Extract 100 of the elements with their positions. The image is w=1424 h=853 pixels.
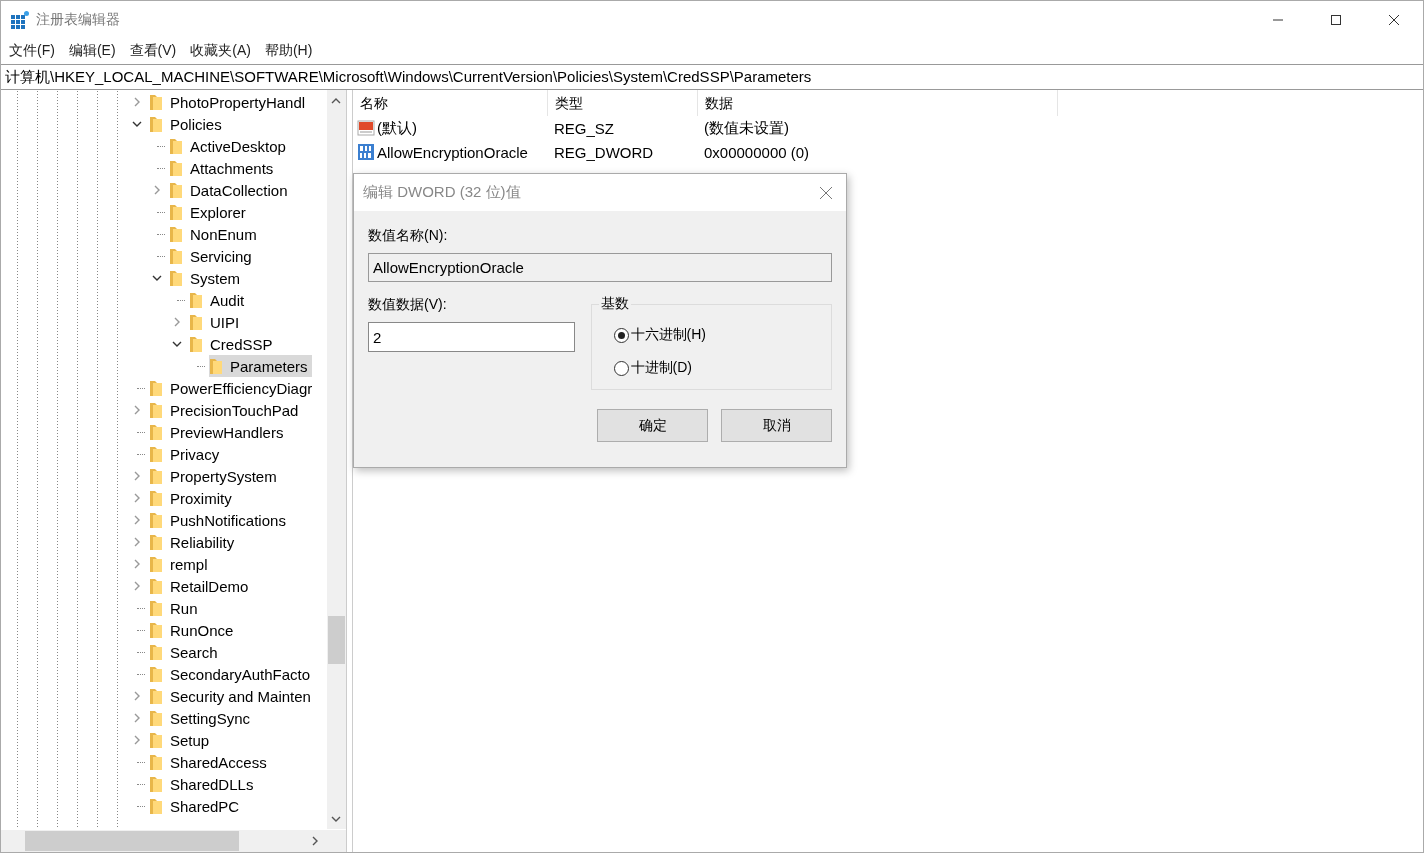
folder-icon: [149, 115, 163, 133]
menu-item[interactable]: 文件(F): [3, 41, 61, 60]
folder-icon: [149, 797, 163, 815]
value-name[interactable]: (默认): [377, 118, 417, 138]
tree-item[interactable]: RetailDemo: [149, 575, 253, 597]
scrollbar[interactable]: [1, 830, 346, 852]
tree-item[interactable]: SharedPC: [149, 795, 244, 817]
folder-icon: [169, 225, 183, 243]
tree-item[interactable]: NonEnum: [169, 223, 261, 245]
folder-icon: [149, 489, 163, 507]
tree-item[interactable]: DataCollection: [169, 179, 292, 201]
tree-item[interactable]: PushNotifications: [149, 509, 290, 531]
tree-item[interactable]: Parameters: [209, 355, 312, 377]
tree-item[interactable]: SettingSync: [149, 707, 255, 729]
dialog-button[interactable]: 取消: [721, 409, 832, 442]
scrollbar-thumb[interactable]: [328, 616, 345, 664]
column-header[interactable]: 类型: [548, 90, 698, 116]
scrollbar[interactable]: [327, 90, 346, 829]
dialog-button[interactable]: 确定: [597, 409, 708, 442]
tree-item[interactable]: PreviewHandlers: [149, 421, 288, 443]
value-data-field[interactable]: 2: [368, 322, 575, 352]
folder-icon: [149, 577, 163, 595]
tree-item[interactable]: SecondaryAuthFacto: [149, 663, 315, 685]
tree-item[interactable]: Attachments: [169, 157, 278, 179]
folder-icon: [149, 555, 163, 573]
field-label: 数值数据(V):: [368, 296, 448, 314]
close-icon: [1388, 13, 1400, 26]
tree-item[interactable]: Servicing: [169, 245, 256, 267]
tree-item[interactable]: System: [169, 267, 244, 289]
field-label: 数值名称(N):: [368, 227, 449, 245]
menu-item[interactable]: 编辑(E): [62, 41, 122, 60]
menu-item[interactable]: 查看(V): [123, 41, 183, 60]
folder-icon: [149, 753, 163, 771]
tree-item[interactable]: ActiveDesktop: [169, 135, 290, 157]
radio-option[interactable]: 十进制(D): [613, 358, 831, 378]
binary-value-icon: [357, 143, 375, 161]
tree-item[interactable]: Reliability: [149, 531, 239, 553]
folder-icon: [189, 313, 203, 331]
folder-icon: [169, 159, 183, 177]
folder-icon: [149, 423, 163, 441]
tree-item[interactable]: PhotoPropertyHandl: [149, 91, 310, 113]
column-header[interactable]: 数据: [698, 90, 1058, 116]
chevron-icon[interactable]: [172, 339, 182, 349]
folder-icon: [149, 643, 163, 661]
tree-item[interactable]: SharedDLLs: [149, 773, 258, 795]
folder-icon: [149, 775, 163, 793]
folder-icon: [169, 247, 183, 265]
radio-option[interactable]: 十六进制(H): [613, 325, 831, 345]
folder-icon: [149, 731, 163, 749]
close-button[interactable]: [818, 184, 834, 201]
menu-item[interactable]: 帮助(H): [258, 41, 319, 60]
chevron-icon[interactable]: [152, 273, 162, 283]
address-bar[interactable]: 计算机\HKEY_LOCAL_MACHINE\SOFTWARE\Microsoft\Windows\CurrentVersion\Policies\System\CredSSP\Parameters: [1, 64, 1423, 90]
tree-item[interactable]: Policies: [149, 113, 226, 135]
tree-item[interactable]: Privacy: [149, 443, 224, 465]
value-name-field[interactable]: AllowEncryptionOracle: [368, 253, 832, 282]
value-name[interactable]: AllowEncryptionOracle: [377, 143, 528, 161]
tree-item[interactable]: Security and Mainten: [149, 685, 315, 707]
value-type: REG_SZ: [553, 119, 615, 137]
tree-item[interactable]: rempl: [149, 553, 212, 575]
tree-item[interactable]: Search: [149, 641, 222, 663]
value-data: 0x00000000 (0): [703, 143, 811, 161]
folder-icon: [169, 203, 183, 221]
folder-icon: [149, 511, 163, 529]
folder-icon: [169, 137, 183, 155]
folder-icon: [149, 665, 163, 683]
column-header[interactable]: 名称: [353, 90, 548, 116]
tree-item[interactable]: UIPI: [189, 311, 244, 333]
folder-icon: [189, 335, 203, 353]
group-label: 基数: [598, 295, 631, 313]
tree-item[interactable]: Proximity: [149, 487, 236, 509]
folder-icon: [149, 621, 163, 639]
tree-item[interactable]: SharedAccess: [149, 751, 271, 773]
chevron-icon[interactable]: [132, 119, 142, 129]
tree-item[interactable]: Explorer: [169, 201, 250, 223]
folder-icon: [149, 401, 163, 419]
scrollbar-thumb[interactable]: [25, 831, 239, 851]
folder-icon: [149, 709, 163, 727]
value-data: (数值未设置): [703, 118, 790, 138]
folder-icon: [189, 291, 203, 309]
tree-item[interactable]: PrecisionTouchPad: [149, 399, 303, 421]
scroll-down-icon[interactable]: [331, 815, 341, 823]
maximize-icon: [1330, 13, 1342, 26]
tree-item[interactable]: CredSSP: [189, 333, 277, 355]
tree-item[interactable]: Run: [149, 597, 202, 619]
tree-item[interactable]: PowerEfficiencyDiagr: [149, 377, 317, 399]
tree-item[interactable]: Audit: [189, 289, 249, 311]
menu-item[interactable]: 收藏夹(A): [184, 41, 257, 60]
registry-icon: [10, 9, 30, 30]
scroll-right-icon[interactable]: [311, 836, 319, 846]
folder-icon: [149, 687, 163, 705]
tree-item[interactable]: PropertySystem: [149, 465, 281, 487]
string-value-icon: [357, 119, 375, 137]
tree-item[interactable]: RunOnce: [149, 619, 238, 641]
tree-item[interactable]: Setup: [149, 729, 214, 751]
folder-icon: [149, 599, 163, 617]
folder-icon: [149, 467, 163, 485]
close-icon: [819, 185, 833, 200]
folder-icon: [149, 533, 163, 551]
scroll-up-icon[interactable]: [331, 97, 341, 105]
